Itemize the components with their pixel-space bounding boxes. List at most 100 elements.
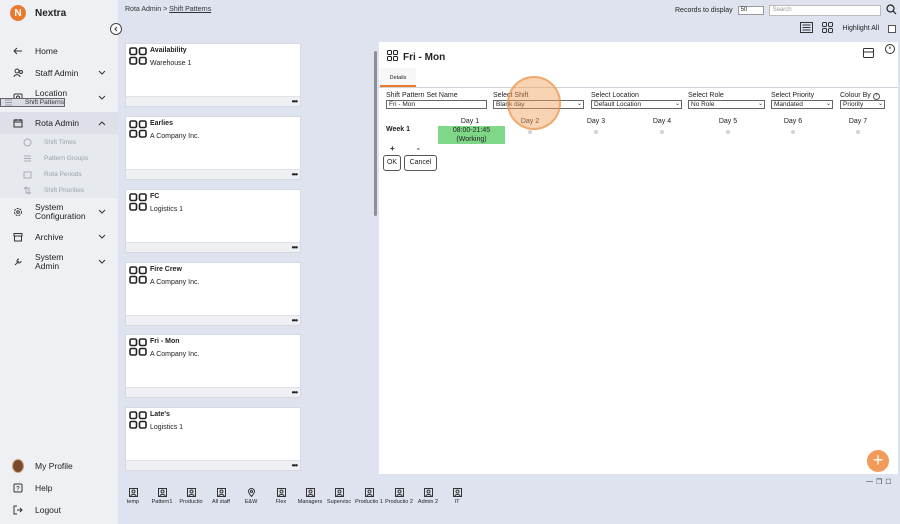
day-slot-dot[interactable] [528, 130, 532, 134]
sidebar-subitem-rota-periods[interactable]: Rota Periods [0, 166, 118, 182]
list-view-icon[interactable] [800, 22, 814, 35]
user-icon [423, 488, 433, 497]
group-item[interactable]: Supervisc [324, 488, 354, 506]
cards-scrollbar[interactable] [372, 43, 379, 473]
sidebar-subitem-shift-times[interactable]: Shift Times [0, 134, 118, 150]
search-input[interactable]: Search [768, 5, 881, 16]
group-item[interactable]: Productio [176, 488, 206, 506]
sidebar-subitem-shift-priorities[interactable]: Shift Priorities [0, 182, 118, 198]
sidebar-item-label: Staff Admin [35, 68, 79, 78]
subitem-label: Rota Periods [44, 170, 82, 178]
sidebar-subitem-shift-patterns[interactable]: Shift Patterns [0, 98, 66, 108]
day-slot-dot[interactable] [726, 130, 730, 134]
pattern-card-earlies[interactable]: Earlies A Company Inc. ••• [125, 116, 301, 180]
sidebar-item-my-profile[interactable]: My Profile [0, 455, 118, 477]
brand[interactable]: N Nextra [10, 5, 66, 21]
sidebar-item-logout[interactable]: Logout [0, 499, 118, 521]
sidebar-item-help[interactable]: ? Help [0, 477, 118, 499]
select-role-dropdown[interactable]: No Role ⌄ [688, 100, 765, 109]
add-fab-button[interactable]: + [867, 450, 889, 472]
user-icon [364, 488, 374, 497]
pattern-card-fc[interactable]: FC Logistics 1 ••• [125, 189, 301, 253]
card-footer: ••• [126, 169, 300, 179]
pattern-card-lates[interactable]: Late's Logistics 1 ••• [125, 407, 301, 471]
group-label: Admin 2 [417, 499, 439, 505]
group-item[interactable]: Productio 2 [384, 488, 414, 506]
sidebar-subitem-pattern-groups[interactable]: Pattern Groups [0, 150, 118, 166]
breadcrumb-root[interactable]: Rota Admin > [125, 6, 167, 13]
day-slot-dot[interactable] [856, 130, 860, 134]
group-item[interactable]: E&W [236, 488, 266, 506]
pattern-card-availability[interactable]: Availability Warehouse 1 ••• [125, 43, 301, 107]
sidebar-item-rota-admin[interactable]: Rota Admin [0, 112, 118, 134]
sidebar-item-staff-admin[interactable]: Staff Admin [0, 62, 118, 84]
more-options-icon[interactable]: ••• [292, 243, 298, 252]
colour-by-text: Colour By [840, 92, 871, 99]
records-control: Records to display 50 Search [675, 4, 897, 17]
group-item[interactable]: All staff [206, 488, 236, 506]
set-name-input[interactable]: Fri - Mon [386, 100, 487, 109]
chevron-down-icon [98, 258, 106, 267]
sidebar: N Nextra Home Staff Admin Location Admin… [0, 0, 118, 524]
colour-by-dropdown[interactable]: Priority ⌄ [840, 100, 885, 109]
highlight-all-checkbox[interactable] [888, 24, 896, 33]
sidebar-item-system-admin[interactable]: System Admin [0, 248, 118, 276]
grid-icon [129, 411, 147, 434]
day-slot-dot[interactable] [791, 130, 795, 134]
calendar-icon [12, 117, 24, 129]
brand-name: Nextra [35, 7, 67, 19]
group-item[interactable]: Admin 2 [413, 488, 443, 506]
group-item[interactable]: IT [442, 488, 472, 506]
pattern-card-fire-crew[interactable]: Fire Crew A Company Inc. ••• [125, 262, 301, 326]
group-item[interactable]: Pattern1 [147, 488, 177, 506]
set-name-label: Shift Pattern Set Name [386, 92, 458, 99]
search-icon[interactable] [885, 4, 897, 17]
select-location-dropdown[interactable]: Default Location ⌄ [591, 100, 682, 109]
sort-icon [22, 185, 32, 195]
select-role-value: No Role [691, 101, 715, 108]
remove-week-button[interactable]: - [417, 144, 420, 153]
breadcrumb: Rota Admin > Shift Patterns [125, 6, 211, 13]
gear-icon [12, 206, 24, 218]
cancel-button[interactable]: Cancel [404, 155, 437, 171]
user-icon [276, 488, 286, 497]
group-item[interactable]: Flex [266, 488, 296, 506]
sidebar-item-system-configuration[interactable]: System Configuration [0, 198, 118, 226]
user-icon [334, 488, 344, 497]
group-item[interactable]: Productio 1 [354, 488, 384, 506]
ok-button[interactable]: OK [383, 155, 401, 171]
select-priority-dropdown[interactable]: Mandated ⌄ [771, 100, 833, 109]
day-header: Day 6 [783, 118, 803, 125]
records-input[interactable]: 50 [737, 6, 764, 15]
card-subtitle: A Company Inc. [150, 133, 200, 140]
sidebar-item-label: My Profile [35, 461, 73, 471]
more-options-icon[interactable]: ••• [292, 316, 298, 325]
pattern-card-fri-mon[interactable]: Fri - Mon A Company Inc. ••• [125, 334, 301, 398]
grid-view-icon[interactable] [822, 22, 834, 35]
more-options-icon[interactable]: ••• [292, 388, 298, 397]
more-options-icon[interactable]: ••• [292, 461, 298, 470]
more-options-icon[interactable]: ••• [292, 170, 298, 179]
users-icon [12, 67, 24, 79]
add-week-button[interactable]: + [390, 144, 395, 153]
scrollbar-thumb[interactable] [374, 51, 377, 216]
day-slot-dot[interactable] [594, 130, 598, 134]
group-label: Productio 2 [385, 499, 413, 505]
more-options-icon[interactable]: ••• [292, 97, 298, 106]
list-icon [3, 98, 13, 108]
group-label: IT [454, 499, 460, 505]
help-circle-icon[interactable]: ? [872, 93, 880, 100]
colour-by-value: Priority [843, 101, 864, 108]
group-label: Productio [179, 499, 203, 505]
shift-block-day1[interactable]: 08:00-21:45 (Working) [438, 126, 505, 144]
sidebar-item-home[interactable]: Home [0, 40, 118, 62]
breadcrumb-current[interactable]: Shift Patterns [169, 6, 211, 13]
collapse-sidebar-button[interactable] [110, 23, 122, 35]
day-slot-dot[interactable] [660, 130, 664, 134]
logout-icon [12, 504, 24, 516]
card-subtitle: A Company Inc. [150, 351, 200, 358]
day-header: Day 7 [848, 118, 868, 125]
group-item[interactable]: Managers [295, 488, 325, 506]
group-item[interactable]: temp [118, 488, 148, 506]
sidebar-item-archive[interactable]: Archive [0, 226, 118, 248]
